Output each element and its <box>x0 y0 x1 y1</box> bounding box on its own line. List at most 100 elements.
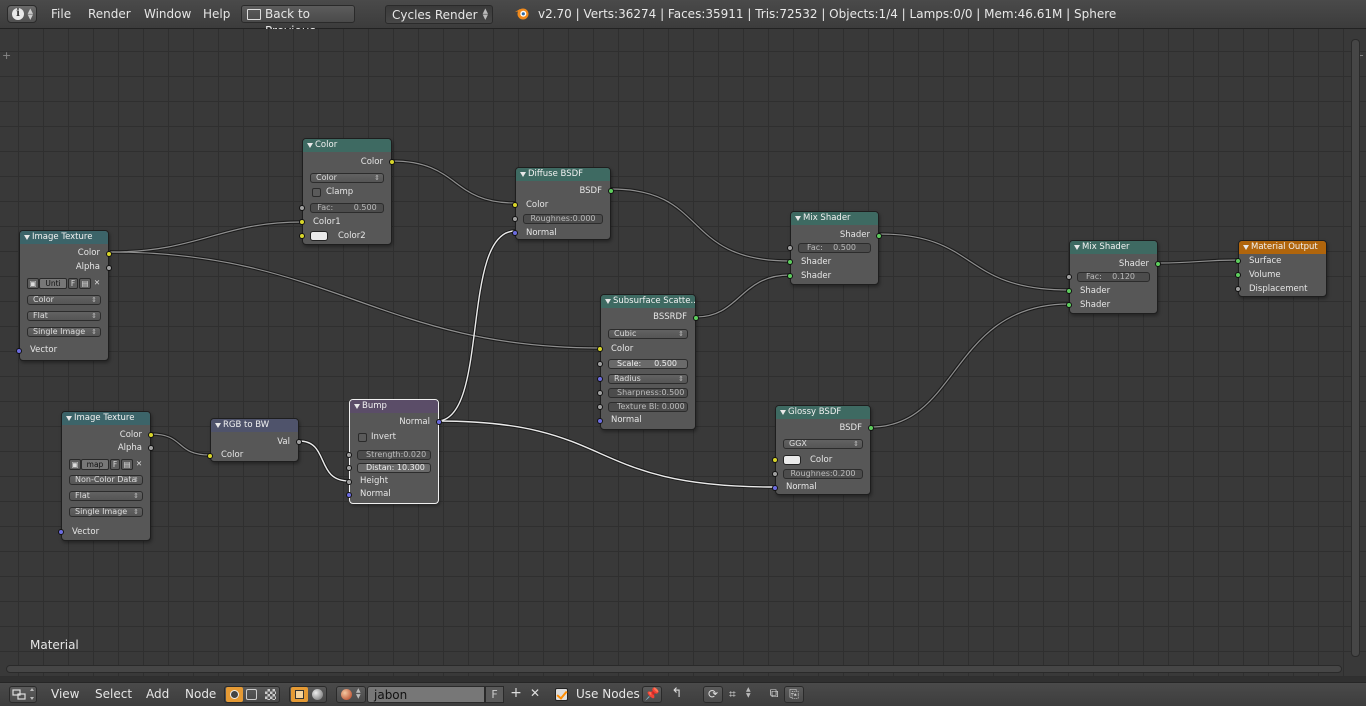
falloff-select[interactable]: Cubic <box>608 329 688 339</box>
surface-input-socket[interactable] <box>1235 258 1241 264</box>
clamp-checkbox[interactable] <box>312 188 321 197</box>
menu-view[interactable]: View <box>51 683 79 706</box>
menu-render[interactable]: Render <box>88 0 131 29</box>
fac-input-socket[interactable] <box>1066 274 1072 280</box>
roughness-field[interactable]: Roughnes:0.000 <box>523 214 603 224</box>
strength-input-socket[interactable] <box>346 452 352 458</box>
menu-select[interactable]: Select <box>95 683 132 706</box>
normal-input-socket[interactable] <box>346 492 352 498</box>
shader-object-icon[interactable] <box>226 687 243 702</box>
node-header[interactable]: Mix Shader <box>791 212 878 225</box>
color-input-socket[interactable] <box>207 453 213 459</box>
alpha-output-socket[interactable] <box>148 445 154 451</box>
radius-field[interactable]: Radius <box>608 374 688 384</box>
color-input-socket[interactable] <box>772 457 778 463</box>
scale-input-socket[interactable] <box>597 361 603 367</box>
distance-input-socket[interactable] <box>346 465 352 471</box>
fake-user-button[interactable]: F <box>110 459 120 470</box>
strength-field[interactable]: Strength:0.020 <box>357 450 431 460</box>
folder-icon[interactable]: ▤ <box>79 278 91 289</box>
fac-field[interactable]: Fac: 0.120 <box>1077 272 1150 282</box>
pin-icon[interactable]: 📌 <box>642 686 662 703</box>
folder-icon[interactable]: ▤ <box>121 459 133 470</box>
fac-input-socket[interactable] <box>299 205 305 211</box>
shader-output-socket[interactable] <box>876 233 882 239</box>
node-header[interactable]: Image Texture <box>20 231 108 244</box>
menu-help[interactable]: Help <box>203 0 230 29</box>
image-texture-node-1[interactable]: Image Texture Color Alpha ▣ Unti F ▤ ✕ C… <box>16 230 112 361</box>
subsurface-scattering-node[interactable]: Subsurface Scatte... BSSRDF Cubic Color … <box>597 294 699 430</box>
node-header[interactable]: Material Output <box>1239 241 1326 254</box>
bump-node[interactable]: Bump Normal Invert Strength:0.020 Distan… <box>346 399 442 504</box>
roughness-input-socket[interactable] <box>772 471 778 477</box>
material-output-node[interactable]: Material Output Surface Volume Displacem… <box>1235 240 1327 297</box>
distribution-select[interactable]: GGX <box>783 439 863 449</box>
fac-field[interactable]: Fac: 0.500 <box>310 203 384 213</box>
normal-output-socket[interactable] <box>436 419 442 425</box>
normal-input-socket[interactable] <box>597 418 603 424</box>
auto-offset-icon[interactable]: ⟳ <box>703 686 723 703</box>
color-output-socket[interactable] <box>389 159 395 165</box>
shader-output-socket[interactable] <box>1155 261 1161 267</box>
vector-input-socket[interactable] <box>16 348 22 354</box>
bsdf-output-socket[interactable] <box>868 425 874 431</box>
color-input-socket[interactable] <box>597 346 603 352</box>
node-header[interactable]: Image Texture <box>62 412 150 425</box>
height-input-socket[interactable] <box>346 479 352 485</box>
node-header[interactable]: Diffuse BSDF <box>516 168 610 181</box>
bsdf-output-socket[interactable] <box>608 188 614 194</box>
shader-input-socket-2[interactable] <box>787 273 793 279</box>
image-name-field[interactable]: Unti <box>39 278 67 289</box>
image-browse-icon[interactable]: ▣ <box>69 459 81 470</box>
source-select[interactable]: Single Image <box>69 507 143 517</box>
node-header[interactable]: Glossy BSDF <box>776 406 870 419</box>
menu-add[interactable]: Add <box>146 683 169 706</box>
roughness-field[interactable]: Roughnes:0.200 <box>783 469 863 479</box>
volume-input-socket[interactable] <box>1235 272 1241 278</box>
use-nodes-checkbox[interactable] <box>555 688 568 701</box>
color2-swatch[interactable] <box>310 231 328 241</box>
close-icon[interactable]: ✕ <box>91 278 103 289</box>
fake-user-button[interactable]: F <box>68 278 78 289</box>
fac-input-socket[interactable] <box>787 245 793 251</box>
vertical-scrollbar[interactable] <box>1351 39 1360 657</box>
color-mix-node[interactable]: Color Color Color Clamp Fac: 0.500 Color… <box>299 138 395 245</box>
close-icon[interactable]: ✕ <box>526 686 544 703</box>
image-texture-node-2[interactable]: Image Texture Color Alpha ▣ map F ▤ ✕ No… <box>58 411 154 541</box>
rgb-to-bw-node[interactable]: RGB to BW Val Color <box>207 418 302 462</box>
val-output-socket[interactable] <box>296 439 302 445</box>
blend-type-select[interactable]: Color <box>310 173 384 183</box>
copy-nodes-icon[interactable]: ⧉ <box>764 686 784 703</box>
node-editor-canvas[interactable]: + + <box>0 29 1366 677</box>
alpha-output-socket[interactable] <box>106 265 112 271</box>
node-header[interactable]: Subsurface Scatte... <box>601 295 695 308</box>
distance-field[interactable]: Distan: 10.300 <box>357 463 431 473</box>
displacement-input-socket[interactable] <box>1235 286 1241 292</box>
horizontal-scrollbar[interactable] <box>6 665 1342 673</box>
bssrdf-output-socket[interactable] <box>693 315 699 321</box>
node-header[interactable]: Mix Shader <box>1070 241 1157 254</box>
color-input-socket[interactable] <box>512 202 518 208</box>
node-header[interactable]: Bump <box>350 400 438 413</box>
menu-window[interactable]: Window <box>144 0 191 29</box>
color-output-socket[interactable] <box>106 251 112 257</box>
color-space-select[interactable]: Non-Color Data <box>69 475 143 485</box>
color-swatch[interactable] <box>783 455 801 465</box>
color1-input-socket[interactable] <box>299 219 305 225</box>
vector-input-socket[interactable] <box>58 529 64 535</box>
editor-type-button[interactable] <box>9 686 37 703</box>
color-output-socket[interactable] <box>148 432 154 438</box>
invert-checkbox[interactable] <box>358 433 367 442</box>
fac-field[interactable]: Fac: 0.500 <box>798 243 871 253</box>
editor-type-button[interactable]: i ▲ ▼ <box>7 5 37 23</box>
menu-file[interactable]: File <box>51 0 71 29</box>
material-sphere-icon[interactable] <box>312 689 323 700</box>
fake-user-button[interactable]: F <box>485 686 504 703</box>
sharpness-field[interactable]: Sharpness:0.500 <box>608 388 688 398</box>
normal-input-socket[interactable] <box>772 485 778 491</box>
menu-node[interactable]: Node <box>185 683 216 706</box>
mix-shader-node-2[interactable]: Mix Shader Shader Fac: 0.120 Shader Shad… <box>1066 240 1161 314</box>
normal-input-socket[interactable] <box>512 230 518 236</box>
color-space-select[interactable]: Color <box>27 295 101 305</box>
image-name-field[interactable]: map <box>81 459 109 470</box>
